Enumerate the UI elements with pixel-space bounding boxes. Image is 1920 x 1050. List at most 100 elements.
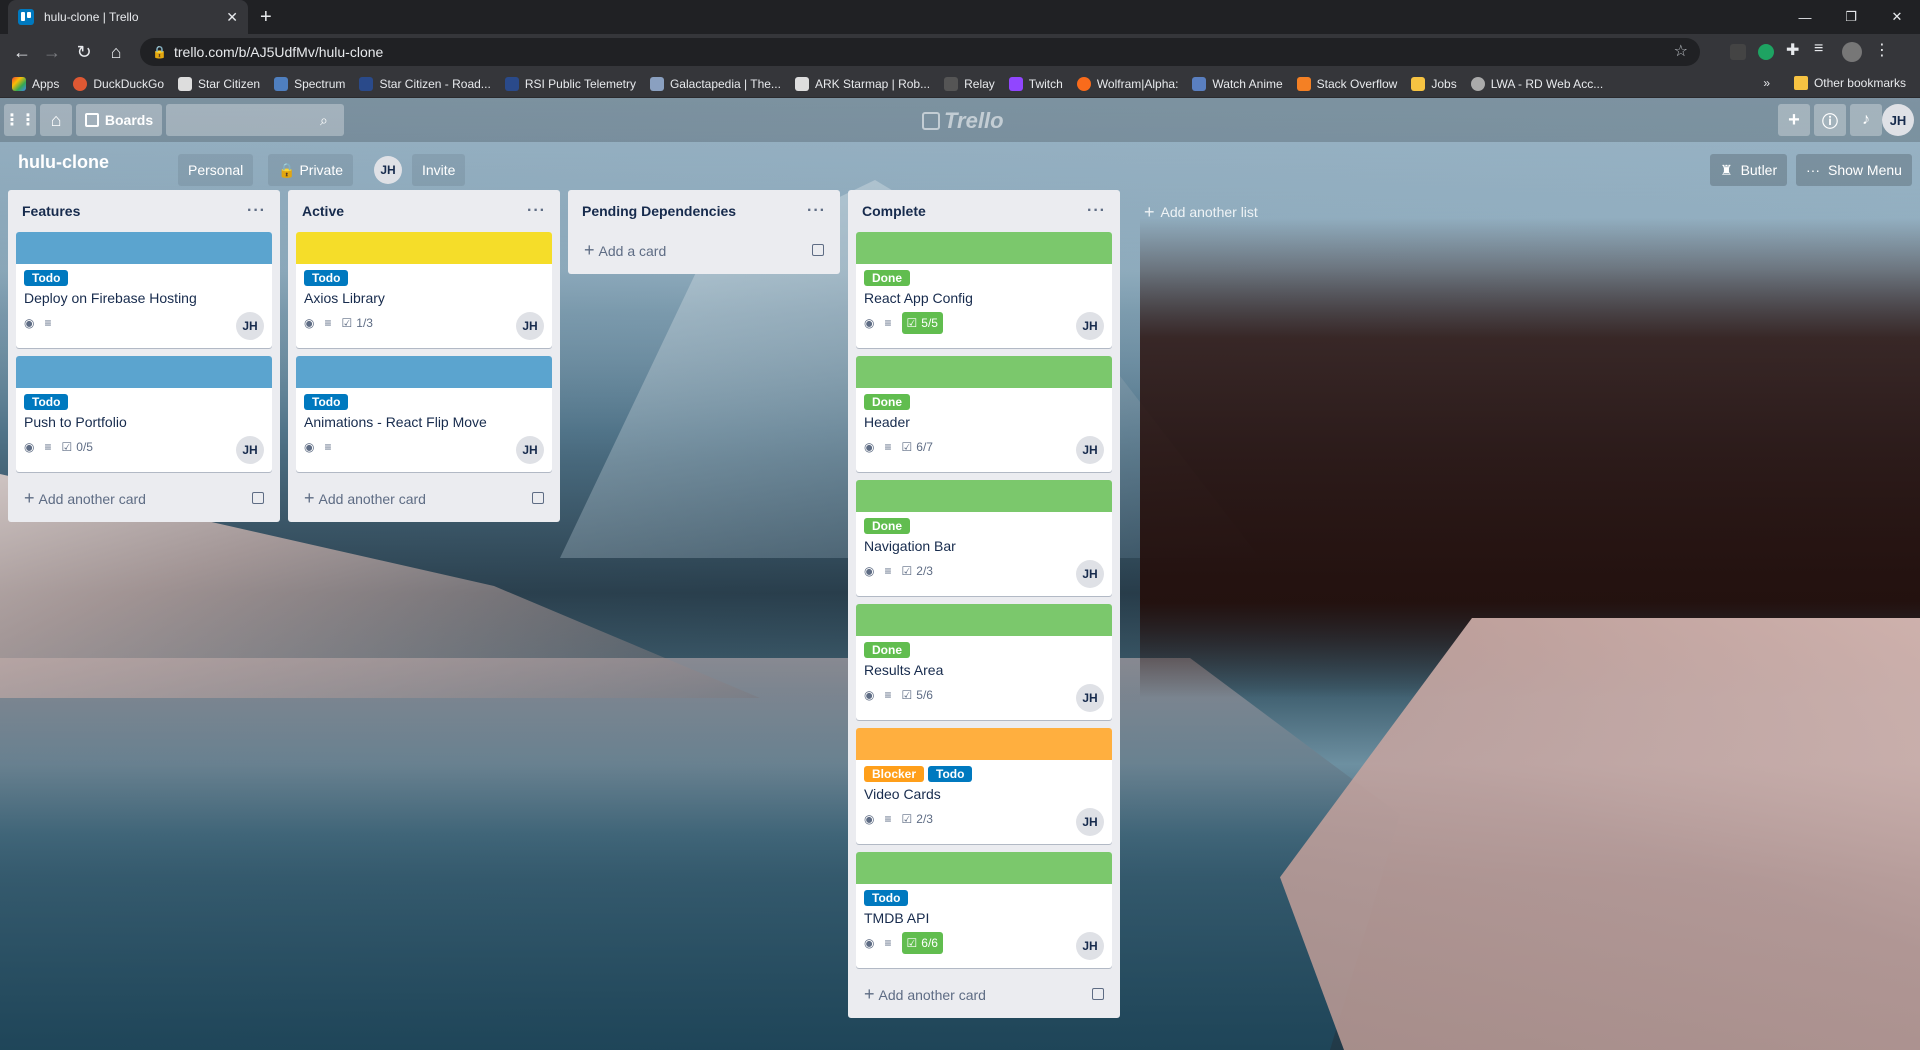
extension-icon[interactable]: [1758, 44, 1774, 60]
create-plus-icon[interactable]: +: [1778, 104, 1810, 136]
boards-button[interactable]: Boards: [76, 104, 162, 136]
member-avatar[interactable]: JH: [374, 156, 402, 184]
bookmark-item[interactable]: LWA - RD Web Acc...: [1470, 76, 1603, 91]
other-bookmarks[interactable]: Other bookmarks: [1793, 76, 1906, 90]
member-avatar[interactable]: JH: [236, 312, 264, 340]
list-title[interactable]: Features: [22, 203, 80, 219]
butler-button[interactable]: ♜ Butler: [1710, 154, 1788, 186]
search-icon[interactable]: ⌕: [320, 112, 328, 129]
card[interactable]: Todo Axios Library ◉ ≡ ☑ 1/3 JH: [296, 232, 552, 348]
member-avatar[interactable]: JH: [1076, 684, 1104, 712]
card[interactable]: Blocker Todo Video Cards ◉ ≡ ☑ 2/3 JH: [856, 728, 1112, 844]
card-label[interactable]: Todo: [24, 394, 69, 410]
bookmark-item[interactable]: Jobs: [1411, 76, 1457, 91]
card[interactable]: Todo Deploy on Firebase Hosting ◉ ≡ JH: [16, 232, 272, 348]
member-avatar[interactable]: JH: [1076, 808, 1104, 836]
add-list-button[interactable]: + Add another list: [1136, 196, 1336, 228]
list-title[interactable]: Pending Dependencies: [582, 203, 736, 219]
show-menu-button[interactable]: ··· Show Menu: [1796, 154, 1912, 186]
list-menu-icon[interactable]: ···: [527, 202, 546, 220]
user-avatar[interactable]: JH: [1882, 104, 1914, 136]
profile-avatar[interactable]: [1842, 42, 1862, 62]
card-label[interactable]: Todo: [928, 766, 973, 782]
card-label[interactable]: Todo: [304, 394, 349, 410]
board-title[interactable]: hulu-clone: [18, 152, 109, 173]
member-avatar[interactable]: JH: [1076, 312, 1104, 340]
bookmark-item[interactable]: Galactapedia | The...: [649, 76, 781, 91]
card[interactable]: Todo Animations - React Flip Move ◉ ≡ JH: [296, 356, 552, 472]
home-icon[interactable]: ⌂: [104, 40, 128, 64]
bookmark-item[interactable]: Watch Anime: [1192, 76, 1283, 91]
card-label[interactable]: Done: [864, 518, 910, 534]
card-label[interactable]: Todo: [304, 270, 349, 286]
close-window-button[interactable]: ✕: [1874, 0, 1920, 34]
add-card-button[interactable]: + Add a card: [576, 232, 832, 268]
invite-button[interactable]: Invite: [412, 154, 466, 186]
bookmark-item[interactable]: ARK Starmap | Rob...: [794, 76, 930, 91]
bookmark-item[interactable]: Spectrum: [274, 76, 345, 91]
member-avatar[interactable]: JH: [1076, 932, 1104, 960]
close-tab-icon[interactable]: ✕: [226, 9, 238, 26]
more-bookmarks-button[interactable]: »: [1763, 76, 1770, 90]
apps-grid-icon[interactable]: ⋮⋮: [4, 104, 36, 136]
bell-icon[interactable]: ♪: [1850, 104, 1882, 136]
bookmark-item[interactable]: Stack Overflow: [1296, 76, 1397, 91]
card[interactable]: Todo TMDB API ◉ ≡ ☑ 6/6 JH: [856, 852, 1112, 968]
bookmark-item[interactable]: Star Citizen - Road...: [359, 76, 491, 91]
card-label[interactable]: Blocker: [864, 766, 925, 782]
card-template-icon[interactable]: [532, 492, 544, 504]
browser-tab[interactable]: hulu-clone | Trello ✕: [8, 0, 248, 34]
member-avatar[interactable]: JH: [236, 436, 264, 464]
member-avatar[interactable]: JH: [516, 312, 544, 340]
bookmark-item[interactable]: Star Citizen: [178, 76, 260, 91]
card[interactable]: Done Results Area ◉ ≡ ☑ 5/6 JH: [856, 604, 1112, 720]
list-menu-icon[interactable]: ···: [1087, 202, 1106, 220]
search-input[interactable]: [166, 104, 344, 136]
member-avatar[interactable]: JH: [1076, 436, 1104, 464]
list-title[interactable]: Active: [302, 203, 344, 219]
card-template-icon[interactable]: [252, 492, 264, 504]
card[interactable]: Todo Push to Portfolio ◉ ≡ ☑ 0/5 JH: [16, 356, 272, 472]
card-label[interactable]: Done: [864, 394, 910, 410]
info-icon[interactable]: ⓘ: [1814, 104, 1846, 136]
bookmark-item[interactable]: Wolfram|Alpha:: [1076, 76, 1178, 91]
card-template-icon[interactable]: [1092, 988, 1104, 1000]
list-menu-icon[interactable]: ···: [247, 202, 266, 220]
maximize-button[interactable]: ❐: [1828, 0, 1874, 34]
media-queue-icon[interactable]: ≡: [1814, 40, 1830, 57]
card-label[interactable]: Todo: [24, 270, 69, 286]
bookmark-item[interactable]: RSI Public Telemetry: [504, 76, 636, 91]
bookmark-item[interactable]: Relay: [944, 76, 995, 91]
puzzle-icon[interactable]: ✚: [1786, 40, 1802, 59]
card[interactable]: Done Header ◉ ≡ ☑ 6/7 JH: [856, 356, 1112, 472]
reload-icon[interactable]: ↻: [72, 40, 96, 64]
new-tab-button[interactable]: +: [260, 6, 272, 28]
member-avatar[interactable]: JH: [516, 436, 544, 464]
add-card-button[interactable]: + Add another card: [16, 480, 272, 516]
back-icon[interactable]: ←: [10, 40, 34, 64]
card-template-icon[interactable]: [812, 244, 824, 256]
card[interactable]: Done React App Config ◉ ≡ ☑ 5/5 JH: [856, 232, 1112, 348]
team-button[interactable]: Personal: [178, 154, 254, 186]
list-menu-icon[interactable]: ···: [807, 202, 826, 220]
add-card-button[interactable]: + Add another card: [856, 976, 1112, 1012]
bookmark-item[interactable]: DuckDuckGo: [73, 76, 164, 91]
bookmark-item[interactable]: Twitch: [1008, 76, 1063, 91]
card-label[interactable]: Done: [864, 642, 910, 658]
card-label[interactable]: Todo: [864, 890, 909, 906]
card[interactable]: Done Navigation Bar ◉ ≡ ☑ 2/3 JH: [856, 480, 1112, 596]
member-avatar[interactable]: JH: [1076, 560, 1104, 588]
kebab-menu-icon[interactable]: ⋮: [1874, 40, 1890, 59]
list-title[interactable]: Complete: [862, 203, 926, 219]
card-label[interactable]: Done: [864, 270, 910, 286]
trello-logo[interactable]: Trello: [922, 108, 1004, 134]
minimize-button[interactable]: —: [1782, 0, 1828, 34]
forward-icon[interactable]: →: [40, 40, 64, 64]
address-bar[interactable]: 🔒 trello.com/b/AJ5UdfMv/hulu-clone ☆: [140, 38, 1700, 66]
bookmark-item[interactable]: Apps: [12, 76, 59, 91]
bookmark-star-icon[interactable]: ☆: [1674, 38, 1688, 66]
add-card-button[interactable]: + Add another card: [296, 480, 552, 516]
visibility-button[interactable]: 🔒 Private: [268, 154, 354, 186]
extension-icon[interactable]: [1730, 44, 1746, 60]
home-icon[interactable]: ⌂: [40, 104, 72, 136]
